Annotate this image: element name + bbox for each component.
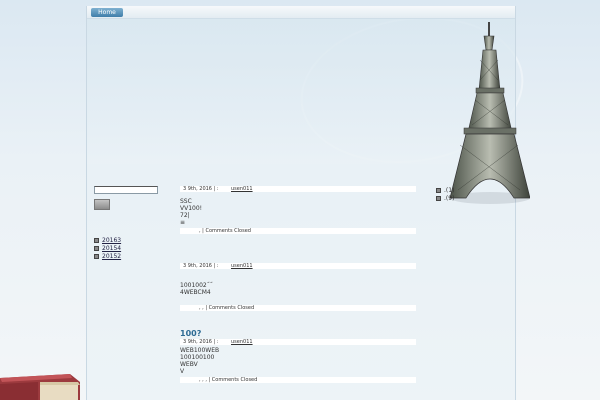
archive-item: 20152 [94, 253, 164, 261]
post-author-link[interactable]: usen011 [231, 339, 253, 345]
right-sidebar-item[interactable]: .(1) [436, 187, 496, 195]
right-sidebar-label: .(9) [444, 195, 455, 202]
post-body: 1001002˝˝ 4WEBCM4 [180, 275, 418, 296]
archive-link[interactable]: 20163 [102, 237, 121, 244]
post-body-line: VV100! [180, 205, 203, 212]
bullet-icon [94, 254, 99, 259]
archive-link[interactable]: 20154 [102, 245, 121, 252]
book-illustration [0, 374, 80, 400]
post-body-line: V [180, 368, 185, 375]
post-date: 3 9th, 2016 | : [183, 339, 219, 345]
post: 100? 3 9th, 2016 | : usen011 WEB100WEB 1… [180, 329, 418, 383]
search-button[interactable] [94, 199, 110, 210]
left-sidebar: 20163 20154 20152 [94, 186, 164, 261]
post-body-line [180, 275, 418, 282]
post-author-link[interactable]: usen011 [231, 186, 253, 192]
post-body-line: SSC [180, 198, 192, 205]
post: 3 9th, 2016 | : usen011 1001002˝˝ 4WEBCM… [180, 263, 418, 311]
search-input[interactable] [94, 186, 158, 194]
post-meta: 3 9th, 2016 | : usen011 [180, 263, 416, 269]
post-body-line: WEBV [180, 361, 198, 368]
archives-list: 20163 20154 20152 [94, 237, 164, 261]
nav-home-link[interactable]: Home [91, 8, 123, 17]
eiffel-tower-illustration [449, 22, 530, 204]
archive-item: 20154 [94, 245, 164, 253]
right-sidebar: .(1) .(9) [436, 187, 496, 203]
post-footer: , | Comments Closed [180, 228, 416, 234]
post-footer: , , | Comments Closed [180, 305, 416, 311]
post-body: WEB100WEB 100100100 WEBV V [180, 347, 418, 375]
post-body-line: 1001002˝˝ [180, 282, 213, 289]
archive-link[interactable]: 20152 [102, 253, 121, 260]
post-author-link[interactable]: usen011 [231, 263, 253, 269]
post-body-line: 72| [180, 212, 190, 219]
post-body-line: 100100100 [180, 354, 215, 361]
post-body-line: 4WEBCM4 [180, 289, 211, 296]
bullet-icon [94, 246, 99, 251]
right-sidebar-item[interactable]: .(9) [436, 195, 496, 203]
post-date: 3 9th, 2016 | : [183, 186, 219, 192]
post-footer: , , , | Comments Closed [180, 377, 416, 383]
post-footer-text[interactable]: , , | Comments Closed [199, 305, 254, 311]
post-footer-text[interactable]: , , , | Comments Closed [199, 377, 257, 383]
post-meta: 3 9th, 2016 | : usen011 [180, 186, 416, 192]
post-footer-text[interactable]: , | Comments Closed [199, 228, 251, 234]
post-body: SSC VV100! 72| ≡ [180, 198, 418, 226]
bullet-icon [436, 188, 441, 193]
right-sidebar-label: .(1) [444, 187, 455, 194]
post-title[interactable]: 100? [180, 329, 418, 339]
post: 3 9th, 2016 | : usen011 SSC VV100! 72| ≡… [180, 186, 418, 234]
post-meta: 3 9th, 2016 | : usen011 [180, 339, 416, 345]
post-body-line: ≡ [180, 219, 186, 226]
bullet-icon [94, 238, 99, 243]
post-date: 3 9th, 2016 | : [183, 263, 219, 269]
post-body-line: WEB100WEB [180, 347, 220, 354]
archive-item: 20163 [94, 237, 164, 245]
bullet-icon [436, 196, 441, 201]
